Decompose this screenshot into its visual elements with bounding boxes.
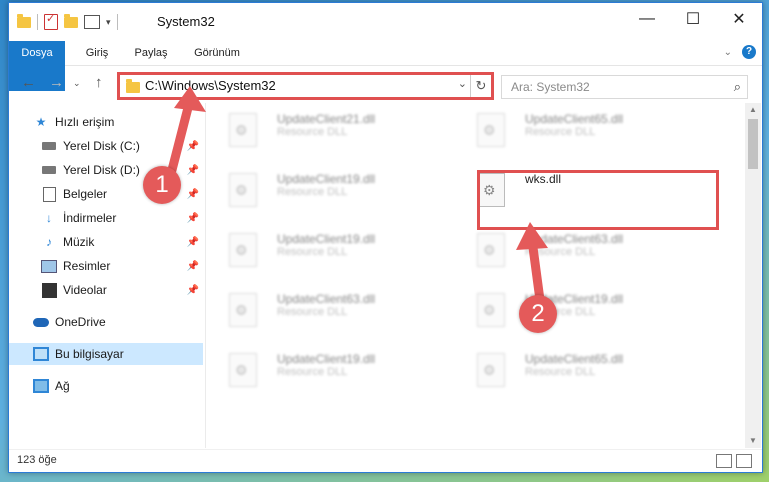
step-2-badge: 2 (519, 295, 557, 333)
annotation-arrows (167, 86, 548, 305)
arrow-1-head (174, 86, 206, 112)
step-1-badge: 1 (143, 166, 181, 204)
arrow-2-head (516, 222, 548, 250)
arrow-1-shaft (167, 95, 195, 175)
arrow-2-shaft (527, 235, 545, 305)
